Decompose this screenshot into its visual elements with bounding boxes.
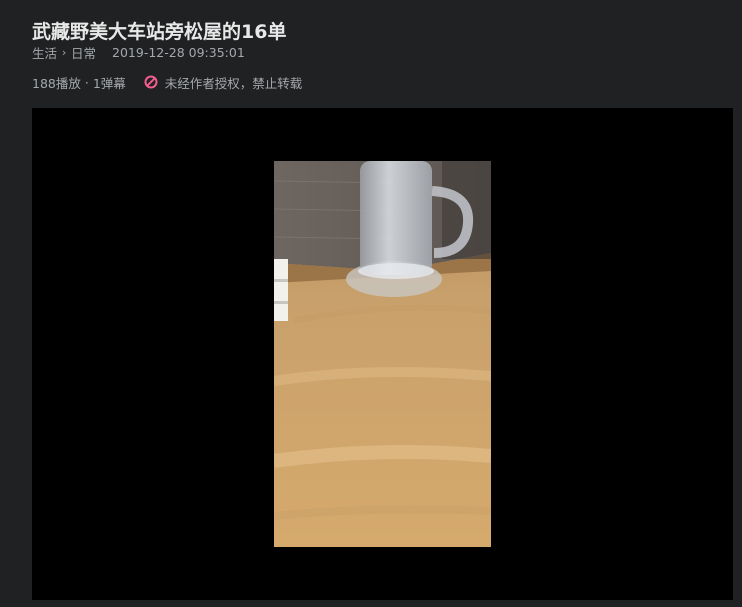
stats-separator: · (84, 74, 89, 90)
repost-notice-text: 未经作者授权，禁止转载 (164, 75, 303, 91)
chevron-right-icon: › (61, 45, 67, 59)
video-stats: 188播放 · 1弹幕 未经作者授权，禁止转载 (32, 72, 302, 92)
breadcrumb-category-link[interactable]: 生活 (32, 43, 57, 62)
video-title: 武藏野美大车站旁松屋的16单 (32, 20, 287, 43)
video-meta: 生活 › 日常 2019-12-28 09:35:01 (32, 42, 245, 62)
repost-notice: 未经作者授权，禁止转载 (144, 73, 303, 92)
video-player[interactable] (32, 108, 733, 600)
video-frame (274, 161, 491, 547)
video-frame-image (274, 161, 491, 547)
ban-icon (144, 75, 158, 89)
breadcrumb-subcategory-link[interactable]: 日常 (71, 43, 96, 62)
publish-time: 2019-12-28 09:35:01 (112, 44, 245, 60)
danmaku-count: 1弹幕 (92, 75, 126, 91)
play-count: 188播放 (32, 75, 81, 91)
